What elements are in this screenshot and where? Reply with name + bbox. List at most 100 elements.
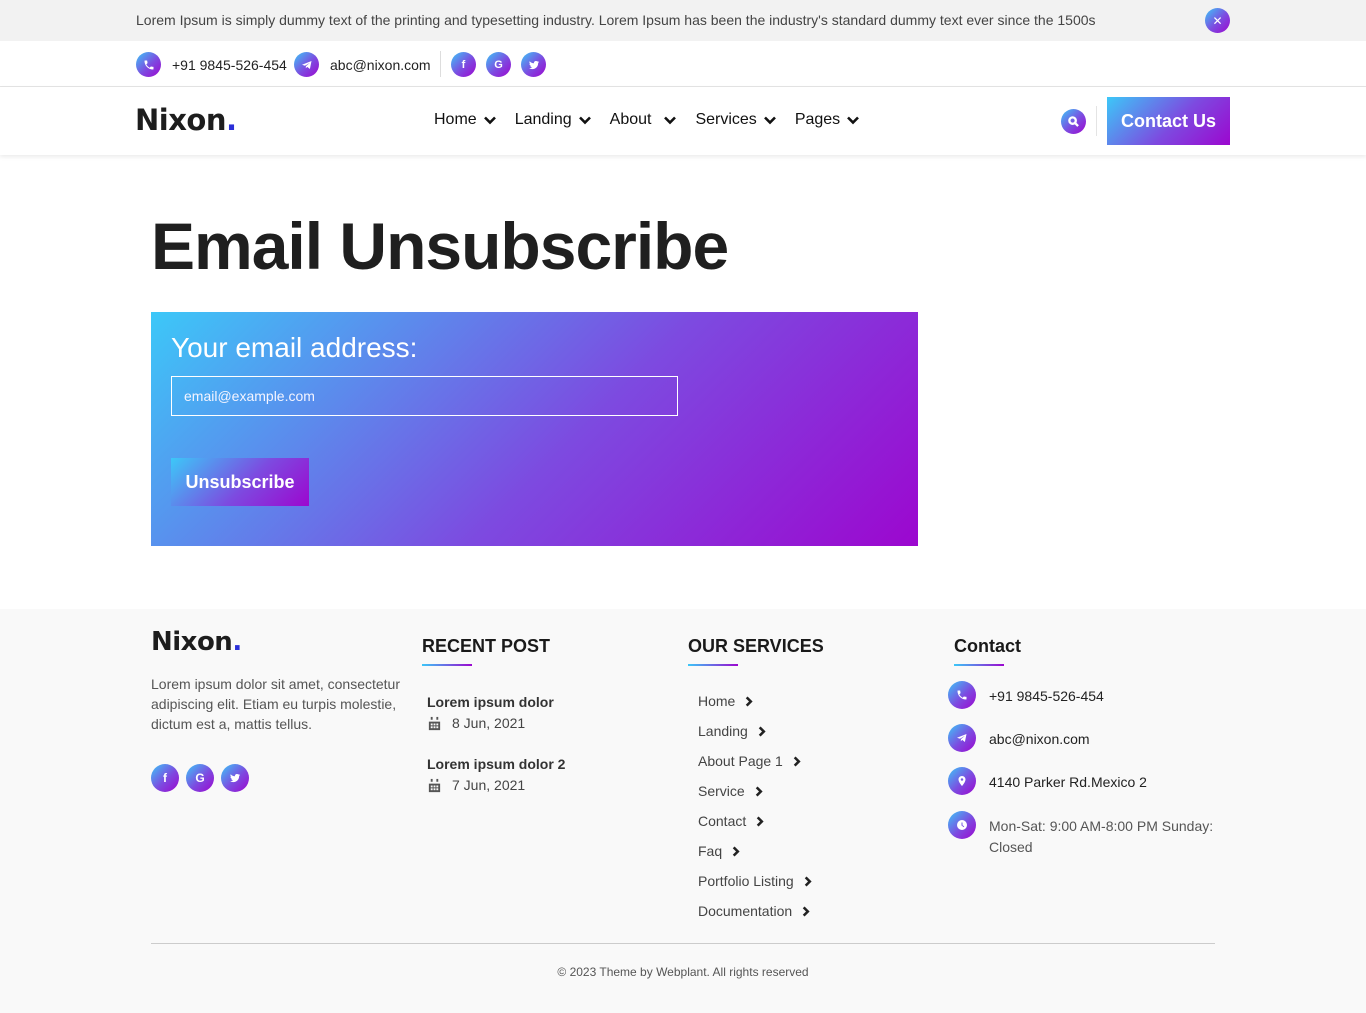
footer-link-home[interactable]: Home <box>698 686 813 716</box>
footer-link-label: About Page 1 <box>698 753 783 769</box>
footer-link-label: Contact <box>698 813 747 829</box>
unsubscribe-button[interactable]: Unsubscribe <box>171 458 309 506</box>
services-list: Home Landing About Page 1 Service Contac… <box>698 686 813 926</box>
copyright-text: © 2023 Theme by Webplant. All rights res… <box>557 965 809 979</box>
nav-item-about[interactable]: About <box>610 111 678 129</box>
footer-link-landing[interactable]: Landing <box>698 716 813 746</box>
footer-logo[interactable]: Nixon. <box>151 627 242 657</box>
footer-link-label: Home <box>698 693 736 709</box>
post-date: 7 Jun, 2021 <box>427 777 565 793</box>
footer-phone-text: +91 9845-526-454 <box>989 688 1104 704</box>
footer-link-about-page-1[interactable]: About Page 1 <box>698 746 813 776</box>
divider <box>440 51 441 77</box>
logo[interactable]: Nixon. <box>135 103 237 137</box>
footer-link-service[interactable]: Service <box>698 776 813 806</box>
chevron-down-icon <box>847 116 860 125</box>
page-title: Email Unsubscribe <box>151 209 729 283</box>
logo-text: Nixon <box>151 627 233 657</box>
nav-item-label: Home <box>434 111 477 128</box>
chevron-down-icon <box>483 116 496 125</box>
header-email[interactable]: abc@nixon.com <box>294 52 431 77</box>
search-button[interactable] <box>1061 109 1086 134</box>
nav-item-services[interactable]: Services <box>695 111 776 129</box>
footer-email[interactable]: abc@nixon.com <box>948 724 1090 752</box>
footer-hours: Mon-Sat: 9:00 AM-8:00 PM Sunday: Closed <box>948 811 1218 858</box>
chevron-down-icon <box>578 116 591 125</box>
chevron-right-icon <box>757 815 764 827</box>
footer-address-text: 4140 Parker Rd.Mexico 2 <box>989 774 1147 790</box>
unsubscribe-form: Your email address: Unsubscribe <box>151 312 918 546</box>
footer-email-text: abc@nixon.com <box>989 731 1090 747</box>
footer-link-portfolio-listing[interactable]: Portfolio Listing <box>698 866 813 896</box>
footer-phone[interactable]: +91 9845-526-454 <box>948 681 1104 709</box>
calendar-icon <box>428 778 441 792</box>
header-social-links: f G <box>451 52 546 77</box>
header-email-text: abc@nixon.com <box>330 56 431 73</box>
post-title: Lorem ipsum dolor <box>427 694 554 710</box>
chevron-right-icon <box>732 845 740 857</box>
logo-text: Nixon <box>135 103 227 137</box>
clock-icon <box>948 811 976 839</box>
divider <box>1096 106 1097 136</box>
chevron-down-icon <box>763 116 776 125</box>
nav-item-label: About <box>609 111 652 128</box>
post-date-text: 7 Jun, 2021 <box>452 777 526 793</box>
telegram-icon <box>948 724 976 752</box>
contact-heading: Contact <box>954 636 1021 666</box>
chevron-right-icon <box>746 695 753 707</box>
phone-icon <box>136 52 161 77</box>
chevron-right-icon <box>804 875 812 887</box>
recent-post-item[interactable]: Lorem ipsum dolor 2 7 Jun, 2021 <box>427 756 565 793</box>
nav-item-label: Landing <box>514 111 572 128</box>
footer-social-links: f G <box>151 764 249 792</box>
contact-us-button[interactable]: Contact Us <box>1107 97 1230 145</box>
google-icon[interactable]: G <box>486 52 511 77</box>
location-pin-icon <box>948 767 976 795</box>
chevron-right-icon <box>802 905 810 917</box>
footer-link-contact[interactable]: Contact <box>698 806 813 836</box>
footer-link-label: Landing <box>698 723 748 739</box>
footer-hours-text: Mon-Sat: 9:00 AM-8:00 PM Sunday: Closed <box>989 818 1214 855</box>
nav-item-landing[interactable]: Landing <box>515 111 592 129</box>
footer-divider <box>151 943 1215 944</box>
nav-item-home[interactable]: Home <box>434 111 497 129</box>
nav-item-label: Services <box>695 111 757 128</box>
main-navbar: Nixon. Home Landing About Services Pages… <box>0 87 1366 155</box>
recent-post-item[interactable]: Lorem ipsum dolor 8 Jun, 2021 <box>427 694 554 731</box>
footer: Nixon. Lorem ipsum dolor sit amet, conse… <box>0 609 1366 1013</box>
footer-link-label: Service <box>698 783 745 799</box>
logo-dot: . <box>232 627 242 657</box>
footer-link-faq[interactable]: Faq <box>698 836 813 866</box>
post-title: Lorem ipsum dolor 2 <box>427 756 566 772</box>
facebook-icon[interactable]: f <box>151 764 179 792</box>
recent-post-heading: RECENT POST <box>422 636 551 666</box>
footer-address: 4140 Parker Rd.Mexico 2 <box>948 767 1147 795</box>
nav-item-label: Pages <box>794 111 841 128</box>
close-icon[interactable]: ✕ <box>1205 8 1230 33</box>
footer-link-label: Documentation <box>698 903 793 919</box>
header-phone[interactable]: +91 9845-526-454 <box>136 52 287 77</box>
twitter-icon[interactable] <box>521 52 546 77</box>
nav-item-pages[interactable]: Pages <box>795 111 860 129</box>
header-phone-text: +91 9845-526-454 <box>172 56 287 73</box>
footer-link-label: Portfolio Listing <box>698 873 794 889</box>
google-icon[interactable]: G <box>186 764 214 792</box>
email-label: Your email address: <box>171 332 418 363</box>
contact-bar: +91 9845-526-454 abc@nixon.com f G <box>0 41 1366 87</box>
post-date-text: 8 Jun, 2021 <box>452 715 526 731</box>
chevron-right-icon <box>793 755 801 767</box>
post-date: 8 Jun, 2021 <box>427 715 554 731</box>
twitter-icon[interactable] <box>221 764 249 792</box>
services-heading: OUR SERVICES <box>688 636 824 666</box>
email-field[interactable] <box>171 376 678 416</box>
announcement-bar: Lorem Ipsum is simply dummy text of the … <box>0 0 1366 41</box>
chevron-right-icon <box>758 725 766 737</box>
footer-link-label: Faq <box>698 843 723 859</box>
announcement-text: Lorem Ipsum is simply dummy text of the … <box>136 12 1096 28</box>
chevron-right-icon <box>755 785 763 797</box>
search-icon <box>1068 116 1079 127</box>
chevron-down-icon <box>664 116 677 125</box>
logo-dot: . <box>226 103 237 137</box>
footer-link-documentation[interactable]: Documentation <box>698 896 813 926</box>
facebook-icon[interactable]: f <box>451 52 476 77</box>
